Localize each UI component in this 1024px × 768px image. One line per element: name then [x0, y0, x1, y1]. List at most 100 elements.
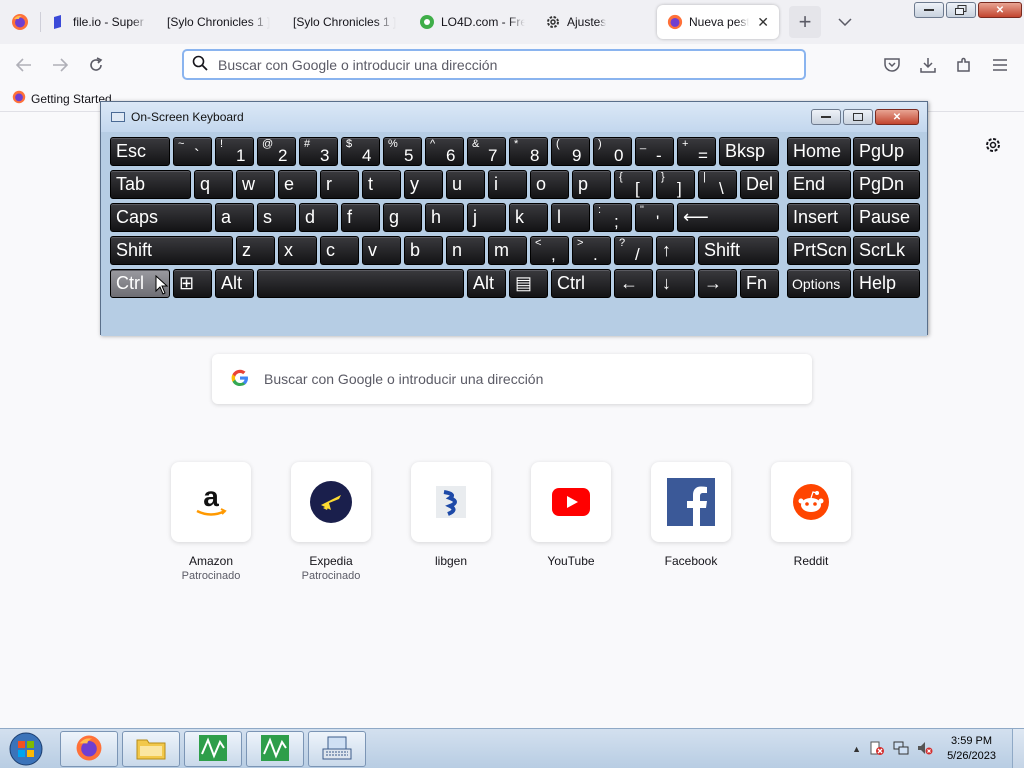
tab-fileio[interactable]: file.io - Super simple file sharing	[41, 0, 157, 44]
key-fn[interactable]: Fn	[740, 269, 779, 298]
newtab-search-input[interactable]	[264, 371, 784, 387]
key-k[interactable]: k	[509, 203, 548, 232]
key-a[interactable]: a	[215, 203, 254, 232]
key-7b5b[interactable]: {[	[614, 170, 653, 199]
key-alt[interactable]: Alt	[215, 269, 254, 298]
extensions-icon[interactable]	[948, 49, 980, 81]
key-p[interactable]: p	[572, 170, 611, 199]
key-r[interactable]: r	[320, 170, 359, 199]
taskbar-firefox[interactable]	[60, 731, 118, 767]
key-2193[interactable]: ↓	[656, 269, 695, 298]
key-insert[interactable]: Insert	[787, 203, 851, 232]
top-site-facebook[interactable]: Facebook	[650, 462, 732, 582]
new-tab-button[interactable]: +	[789, 6, 821, 38]
key-3a3b[interactable]: :;	[593, 203, 632, 232]
taskbar-osk[interactable]	[308, 731, 366, 767]
key-27f5[interactable]: ⟵	[677, 203, 779, 232]
top-site-libgen[interactable]: libgen	[410, 462, 492, 582]
key-3f2f[interactable]: ? /	[614, 236, 653, 265]
taskbar-explorer[interactable]	[122, 731, 180, 767]
key-2192[interactable]: →	[698, 269, 737, 298]
key-3e2e[interactable]: >.	[572, 236, 611, 265]
key-2227[interactable]: " '	[635, 203, 674, 232]
key-esc[interactable]: Esc	[110, 137, 170, 166]
top-site-youtube[interactable]: YouTube	[530, 462, 612, 582]
url-bar[interactable]	[182, 49, 806, 80]
bookmark-getting-started[interactable]: Getting Started	[12, 90, 112, 107]
list-all-tabs-icon[interactable]	[829, 6, 861, 38]
key-5e6[interactable]: ^ 6	[425, 137, 464, 166]
key-3c2c[interactable]: <,	[530, 236, 569, 265]
key-7d5d[interactable]: }]	[656, 170, 695, 199]
network-icon[interactable]	[893, 740, 909, 759]
hamburger-menu-icon[interactable]	[984, 49, 1016, 81]
key-shift[interactable]: Shift	[110, 236, 233, 265]
reload-icon[interactable]	[80, 49, 112, 81]
key-u[interactable]: u	[446, 170, 485, 199]
key-space[interactable]	[257, 269, 464, 298]
key-25a4[interactable]: ▤	[509, 269, 548, 298]
key-z[interactable]: z	[236, 236, 275, 265]
volume-muted-icon[interactable]	[917, 740, 933, 759]
key-q[interactable]: q	[194, 170, 233, 199]
key-267[interactable]: & 7	[467, 137, 506, 166]
start-button[interactable]	[4, 731, 48, 767]
show-hidden-icons[interactable]: ▲	[852, 744, 861, 754]
key-x[interactable]: x	[278, 236, 317, 265]
tab-sylo-1[interactable]: [Sylo Chronicles 1 ]	[157, 0, 283, 44]
key-h[interactable]: h	[425, 203, 464, 232]
key-7e60[interactable]: ~ `	[173, 137, 212, 166]
forward-arrow-icon[interactable]	[44, 49, 76, 81]
key-s[interactable]: s	[257, 203, 296, 232]
firefox-menu-icon[interactable]	[0, 0, 40, 44]
taskbar-app-2[interactable]	[246, 731, 304, 767]
key-244[interactable]: $4	[341, 137, 380, 166]
key-y[interactable]: y	[404, 170, 443, 199]
key-shift[interactable]: Shift	[698, 236, 779, 265]
key-255[interactable]: % 5	[383, 137, 422, 166]
key-home[interactable]: Home	[787, 137, 851, 166]
key-prtscn[interactable]: PrtScn	[787, 236, 851, 265]
osk-close-button[interactable]: ✕	[875, 109, 919, 125]
pocket-icon[interactable]	[876, 49, 908, 81]
downloads-icon[interactable]	[912, 49, 944, 81]
action-center-icon[interactable]	[869, 740, 885, 759]
key-ctrl[interactable]: Ctrl	[551, 269, 611, 298]
key-help[interactable]: Help	[853, 269, 920, 298]
key-5f2d[interactable]: _ -	[635, 137, 674, 166]
top-site-reddit[interactable]: Reddit	[770, 462, 852, 582]
minimize-button[interactable]	[914, 2, 944, 18]
key-402[interactable]: @2	[257, 137, 296, 166]
key-2191[interactable]: ↑	[656, 236, 695, 265]
key-b[interactable]: b	[404, 236, 443, 265]
key-2a8[interactable]: * 8	[509, 137, 548, 166]
key-l[interactable]: l	[551, 203, 590, 232]
key-caps[interactable]: Caps	[110, 203, 212, 232]
osk-title-bar[interactable]: On-Screen Keyboard ✕	[101, 102, 927, 132]
key-bksp[interactable]: Bksp	[719, 137, 779, 166]
key-211[interactable]: ! 1	[215, 137, 254, 166]
key-pause[interactable]: Pause	[853, 203, 920, 232]
key-c[interactable]: c	[320, 236, 359, 265]
taskbar-app-1[interactable]	[184, 731, 242, 767]
key-2190[interactable]: ←	[614, 269, 653, 298]
key-g[interactable]: g	[383, 203, 422, 232]
key-t[interactable]: t	[362, 170, 401, 199]
key-290[interactable]: ) 0	[593, 137, 632, 166]
key-229e[interactable]: ⊞	[173, 269, 212, 298]
key-w[interactable]: w	[236, 170, 275, 199]
key-tab[interactable]: Tab	[110, 170, 191, 199]
osk-minimize-button[interactable]	[811, 109, 841, 125]
key-v[interactable]: v	[362, 236, 401, 265]
key-i[interactable]: i	[488, 170, 527, 199]
key-e[interactable]: e	[278, 170, 317, 199]
tab-sylo-2[interactable]: [Sylo Chronicles 1 ]	[283, 0, 409, 44]
url-input[interactable]	[218, 56, 778, 73]
top-site-amazon[interactable]: a Amazon Patrocinado	[170, 462, 252, 582]
restore-button[interactable]	[946, 2, 976, 18]
top-site-expedia[interactable]: Expedia Patrocinado	[290, 462, 372, 582]
key-scrlk[interactable]: ScrLk	[853, 236, 920, 265]
key-j[interactable]: j	[467, 203, 506, 232]
tab-nueva-pestana[interactable]: Nueva pestaña ✕	[657, 5, 779, 39]
key-7c5c[interactable]: | \	[698, 170, 737, 199]
